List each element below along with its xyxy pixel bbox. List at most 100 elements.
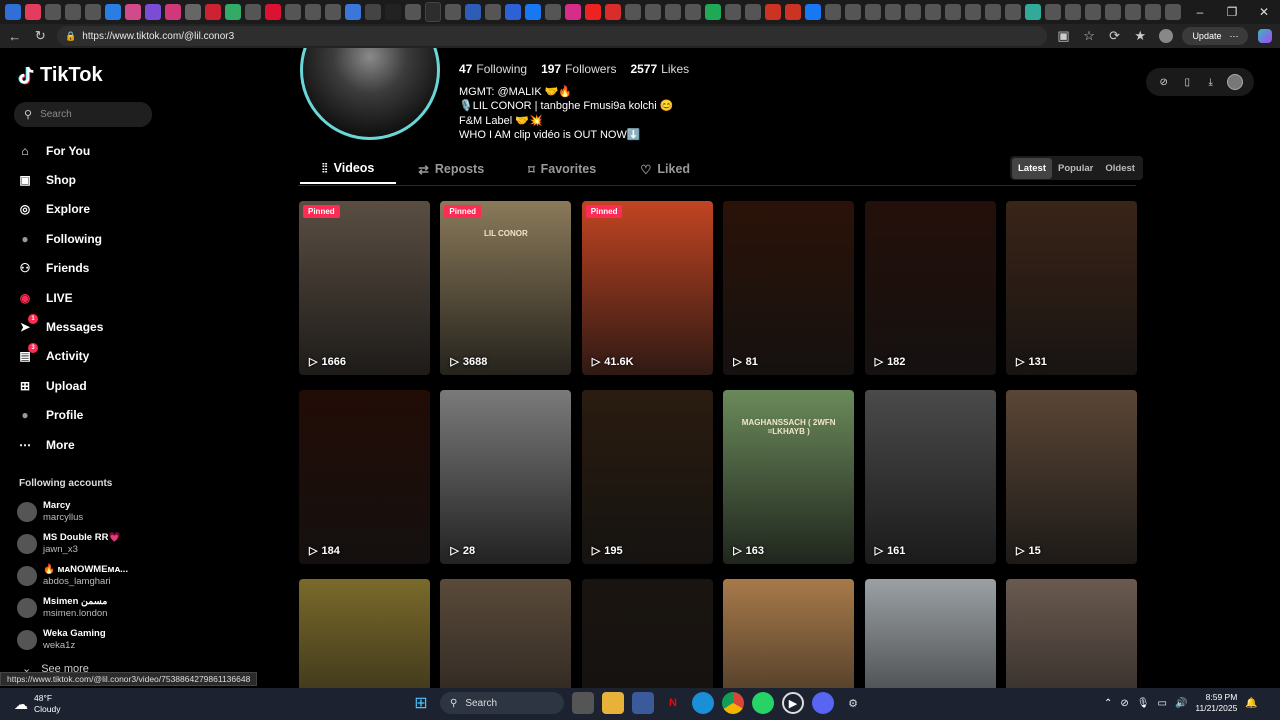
favorite-star-icon[interactable]: ☆	[1080, 27, 1098, 45]
browser-tab[interactable]	[925, 4, 941, 20]
clock[interactable]: 8:59 PM 11/21/2025	[1195, 692, 1237, 714]
url-field[interactable]: 🔒 https://www.tiktok.com/@lil.conor3	[57, 26, 1047, 46]
chevron-up-icon[interactable]: ⌃	[1104, 698, 1112, 709]
netflix-icon[interactable]: N	[662, 692, 684, 714]
browser-tab[interactable]	[1165, 4, 1181, 20]
browser-tab[interactable]	[125, 4, 141, 20]
following-stat[interactable]: 47 Following	[459, 62, 527, 76]
browser-tab[interactable]	[65, 4, 81, 20]
following-account[interactable]: Msimen مسمن msimen.london	[17, 592, 167, 624]
browser-tab[interactable]	[285, 4, 301, 20]
video-card[interactable]	[723, 579, 855, 688]
whatsapp-icon[interactable]	[752, 692, 774, 714]
device-icon[interactable]: ▯	[1180, 75, 1194, 89]
tiktok-logo[interactable]: TikTok	[18, 64, 103, 87]
settings-gear-icon[interactable]: ⚙	[842, 692, 864, 714]
video-card[interactable]: ▷ 195	[581, 390, 713, 564]
browser-tab[interactable]	[645, 4, 661, 20]
browser-tab[interactable]	[205, 4, 221, 20]
video-card[interactable]: ▷ 28	[440, 390, 572, 564]
extensions-icon[interactable]: ⟳	[1106, 27, 1124, 45]
menu-dots-icon[interactable]: ⋯	[1229, 31, 1238, 42]
followers-stat[interactable]: 197 Followers	[541, 62, 616, 76]
video-card[interactable]: ▷ 15	[1006, 390, 1137, 564]
tab-videos[interactable]: ⦙⦙ Videos	[300, 154, 397, 184]
browser-tab[interactable]	[625, 4, 641, 20]
sidebar-item-profile[interactable]: ● Profile	[16, 401, 166, 430]
edge-icon[interactable]	[692, 692, 714, 714]
video-card[interactable]	[581, 579, 713, 688]
display-icon[interactable]: ▭	[1157, 698, 1166, 709]
browser-tab[interactable]	[865, 4, 881, 20]
media-player-icon[interactable]: ▶	[782, 692, 804, 714]
file-explorer-icon[interactable]	[602, 692, 624, 714]
update-button[interactable]: Update ⋯	[1182, 27, 1249, 45]
browser-tab[interactable]	[705, 4, 721, 20]
browser-tab[interactable]	[465, 4, 481, 20]
sidebar-item-activity[interactable]: ▤ 3 Activity	[16, 342, 166, 371]
browser-tab[interactable]	[825, 4, 841, 20]
browser-tab[interactable]	[1025, 4, 1041, 20]
browser-tab[interactable]	[425, 2, 441, 22]
sidebar-item-messages[interactable]: ➤ 1 Messages	[16, 312, 166, 341]
notification-icon[interactable]: 🔔	[1245, 698, 1257, 709]
network-off-icon[interactable]: ⊘	[1120, 698, 1128, 709]
following-account[interactable]: Weka Gaming weka1z	[17, 624, 167, 656]
browser-tab[interactable]	[405, 4, 421, 20]
browser-tab[interactable]	[1145, 4, 1161, 20]
browser-tab[interactable]	[45, 4, 61, 20]
back-icon[interactable]: ←	[6, 27, 24, 45]
browser-tab[interactable]	[565, 4, 581, 20]
browser-tab[interactable]	[945, 4, 961, 20]
browser-tab[interactable]	[665, 4, 681, 20]
browser-tab[interactable]	[105, 4, 121, 20]
video-card[interactable]	[1006, 579, 1137, 688]
copilot-icon[interactable]	[1256, 27, 1274, 45]
sidebar-item-explore[interactable]: ◎ Explore	[16, 195, 166, 224]
browser-tab[interactable]	[25, 4, 41, 20]
sidebar-item-upload[interactable]: ⊞ Upload	[16, 371, 166, 400]
video-card[interactable]: ▷ 161	[864, 390, 996, 564]
taskbar-search[interactable]: ⚲ Search	[440, 692, 564, 714]
sort-latest[interactable]: Latest	[1012, 157, 1052, 179]
task-view-icon[interactable]	[572, 692, 594, 714]
browser-tab[interactable]	[225, 4, 241, 20]
microphone-icon[interactable]: 🎙	[1137, 698, 1150, 709]
browser-tab[interactable]	[745, 4, 761, 20]
browser-tab[interactable]	[1005, 4, 1021, 20]
maximize-icon[interactable]: ❐	[1216, 0, 1248, 24]
video-card[interactable]: ▷ 184	[299, 390, 430, 564]
sidebar-item-live[interactable]: ◉ LIVE	[16, 283, 166, 312]
browser-tab[interactable]	[265, 4, 281, 20]
browser-tab[interactable]	[785, 4, 801, 20]
browser-tab[interactable]	[1045, 4, 1061, 20]
refresh-icon[interactable]: ↻	[32, 27, 50, 45]
tab-liked[interactable]: ♡ Liked	[618, 154, 712, 184]
browser-tab[interactable]	[365, 4, 381, 20]
following-account[interactable]: Marcy marcyllus	[17, 496, 167, 528]
close-icon[interactable]: ✕	[1248, 0, 1280, 24]
tab-favorites[interactable]: ⌑ Favorites	[506, 154, 618, 184]
video-card[interactable]: ▷ 182	[864, 201, 996, 375]
browser-tab[interactable]	[805, 4, 821, 20]
sidebar-item-shop[interactable]: ▣ Shop	[16, 165, 166, 194]
coins-icon[interactable]: ⊘	[1157, 75, 1171, 89]
video-card[interactable]	[440, 579, 572, 688]
browser-tab[interactable]	[685, 4, 701, 20]
browser-tab[interactable]	[585, 4, 601, 20]
video-card[interactable]: ▷ 81	[723, 201, 855, 375]
search-input[interactable]: ⚲ Search	[14, 102, 152, 127]
profile-avatar-icon[interactable]	[1157, 27, 1175, 45]
browser-tab[interactable]	[85, 4, 101, 20]
sort-popular[interactable]: Popular	[1052, 158, 1099, 179]
browser-tab[interactable]	[545, 4, 561, 20]
split-screen-icon[interactable]: ▣	[1055, 27, 1073, 45]
discord-icon[interactable]	[812, 692, 834, 714]
video-card[interactable]: Pinned ▷ 1666	[299, 201, 430, 375]
browser-tab[interactable]	[325, 4, 341, 20]
browser-tab[interactable]	[605, 4, 621, 20]
chrome-icon[interactable]	[722, 692, 744, 714]
browser-tab[interactable]	[765, 4, 781, 20]
browser-tab[interactable]	[1105, 4, 1121, 20]
sidebar-item-friends[interactable]: ⚇ Friends	[16, 254, 166, 283]
